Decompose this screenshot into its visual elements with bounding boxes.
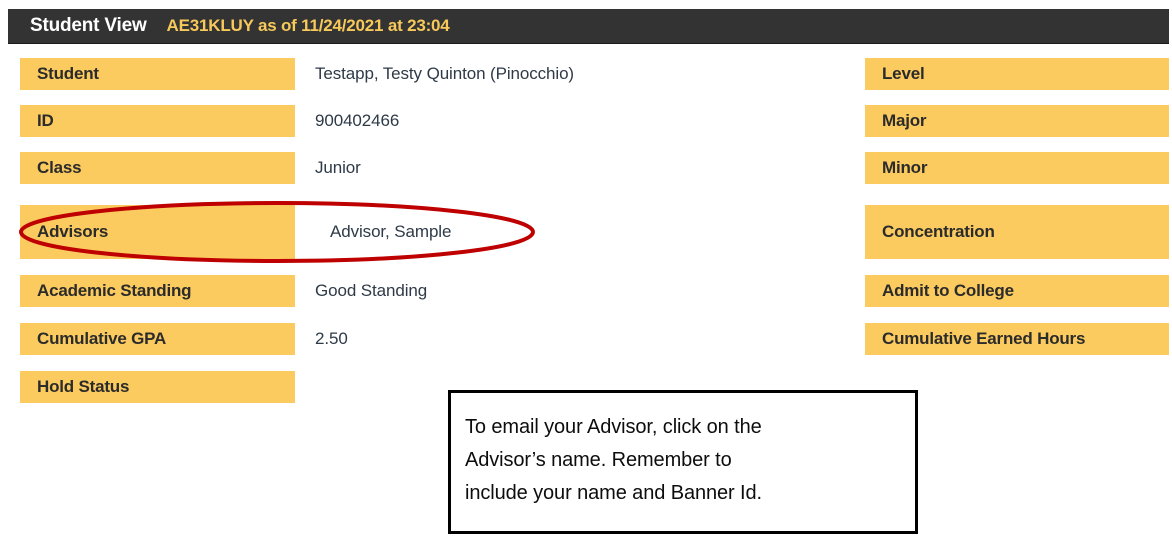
value-student: Testapp, Testy Quinton (Pinocchio) bbox=[315, 64, 574, 83]
advisor-instruction-callout: To email your Advisor, click on the Advi… bbox=[448, 390, 918, 534]
label-cumulative-earned-hours-text: Cumulative Earned Hours bbox=[882, 329, 1086, 348]
field-row-class: Class bbox=[20, 152, 295, 184]
label-concentration-text: Concentration bbox=[882, 222, 995, 241]
student-view-header-bar: Student View AE31KLUY as of 11/24/2021 a… bbox=[8, 9, 1169, 44]
field-row-academic-standing: Academic Standing bbox=[20, 275, 295, 307]
label-admit-to-college: Admit to College bbox=[865, 275, 1169, 307]
field-row-id: ID bbox=[20, 105, 295, 137]
field-row-cumulative-earned-hours: Cumulative Earned Hours bbox=[865, 323, 1169, 355]
label-admit-to-college-text: Admit to College bbox=[882, 281, 1014, 300]
value-cumulative-gpa: 2.50 bbox=[315, 329, 348, 348]
label-cumulative-earned-hours: Cumulative Earned Hours bbox=[865, 323, 1169, 355]
field-row-cumulative-gpa: Cumulative GPA bbox=[20, 323, 295, 355]
page-title: Student View bbox=[30, 15, 147, 36]
field-row-major: Major bbox=[865, 105, 1169, 137]
label-advisors-text: Advisors bbox=[37, 222, 109, 241]
value-id: 900402466 bbox=[315, 111, 400, 130]
label-concentration: Concentration bbox=[865, 205, 1169, 259]
label-level: Level bbox=[865, 58, 1169, 90]
field-row-concentration: Concentration bbox=[865, 205, 1169, 259]
field-row-student: Student bbox=[20, 58, 295, 90]
label-student-text: Student bbox=[37, 64, 99, 83]
label-hold-status: Hold Status bbox=[20, 371, 295, 403]
label-class: Class bbox=[20, 152, 295, 184]
label-advisors: Advisors bbox=[20, 205, 295, 259]
label-cumulative-gpa-text: Cumulative GPA bbox=[37, 329, 167, 348]
value-class: Junior bbox=[315, 158, 361, 177]
value-advisors-link[interactable]: Advisor, Sample bbox=[330, 216, 451, 248]
label-student: Student bbox=[20, 58, 295, 90]
advisor-instruction-text: To email your Advisor, click on the Advi… bbox=[465, 416, 762, 504]
field-row-level: Level bbox=[865, 58, 1169, 90]
field-row-advisors: Advisors bbox=[20, 205, 295, 259]
label-minor-text: Minor bbox=[882, 158, 928, 177]
label-minor: Minor bbox=[865, 152, 1169, 184]
label-major-text: Major bbox=[882, 111, 927, 130]
label-class-text: Class bbox=[37, 158, 82, 177]
field-row-hold-status: Hold Status bbox=[20, 371, 295, 403]
value-academic-standing: Good Standing bbox=[315, 281, 428, 300]
label-hold-status-text: Hold Status bbox=[37, 377, 130, 396]
label-level-text: Level bbox=[882, 64, 925, 83]
label-id-text: ID bbox=[37, 111, 54, 130]
label-cumulative-gpa: Cumulative GPA bbox=[20, 323, 295, 355]
label-academic-standing-text: Academic Standing bbox=[37, 281, 192, 300]
field-row-admit-to-college: Admit to College bbox=[865, 275, 1169, 307]
header-timestamp: AE31KLUY as of 11/24/2021 at 23:04 bbox=[166, 16, 450, 35]
label-id: ID bbox=[20, 105, 295, 137]
field-row-minor: Minor bbox=[865, 152, 1169, 184]
label-major: Major bbox=[865, 105, 1169, 137]
label-academic-standing: Academic Standing bbox=[20, 275, 295, 307]
